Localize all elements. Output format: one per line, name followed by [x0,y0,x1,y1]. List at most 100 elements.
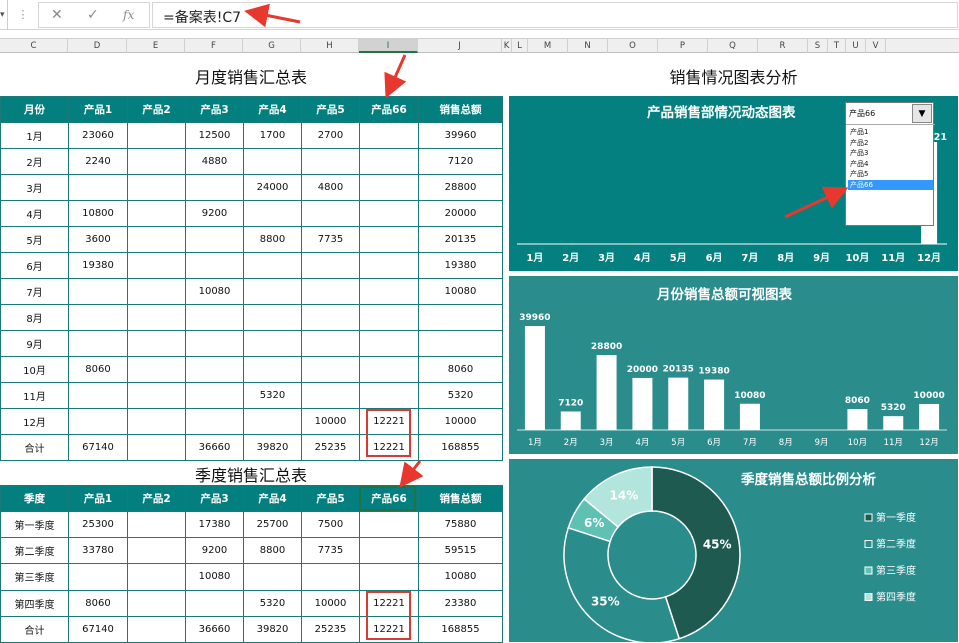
column-header-o[interactable]: O [608,39,658,53]
table-cell[interactable] [185,304,244,331]
monthly-header-cell[interactable]: 产品5 [301,96,360,123]
table-cell[interactable] [243,330,302,357]
table-cell[interactable] [127,252,186,279]
table-cell[interactable] [127,408,186,435]
table-cell[interactable] [301,382,360,409]
table-cell[interactable] [127,537,186,565]
table-cell[interactable]: 8800 [243,226,302,253]
dropdown-arrow-icon[interactable]: ▼ [912,104,932,123]
table-cell[interactable] [359,382,419,409]
table-cell[interactable] [359,304,419,331]
column-header-u[interactable]: U [846,39,866,53]
table-cell[interactable]: 19380 [68,252,128,279]
table-cell[interactable] [359,356,419,383]
table-cell[interactable]: 12月 [0,408,69,435]
table-cell[interactable]: 2700 [301,122,360,149]
quarterly-header-cell[interactable]: 产品3 [185,485,244,512]
table-cell[interactable] [127,330,186,357]
table-cell[interactable]: 合计 [0,615,69,643]
table-cell[interactable]: 第二季度 [0,537,69,565]
table-cell[interactable] [127,200,186,227]
column-header-p[interactable]: P [658,39,708,53]
table-cell[interactable] [359,174,419,201]
dropdown-option[interactable]: 产品3 [848,148,933,158]
table-cell[interactable] [185,382,244,409]
table-cell[interactable]: 39960 [418,122,503,149]
table-cell[interactable] [127,510,186,539]
table-cell[interactable]: 5320 [243,589,302,617]
table-cell[interactable]: 7735 [301,537,360,565]
table-cell[interactable] [243,200,302,227]
table-cell[interactable]: 8月 [0,304,69,331]
table-cell[interactable]: 25700 [243,510,302,539]
quarterly-header-cell[interactable]: 产品5 [301,485,360,512]
dropdown-option[interactable]: 产品4 [848,159,933,169]
table-cell[interactable] [301,304,360,331]
column-header-l[interactable]: L [512,39,528,53]
quarterly-header-cell[interactable]: 产品2 [127,485,186,512]
table-cell[interactable] [243,252,302,279]
product-dropdown[interactable]: 产品66 ▼ 产品1 产品2 产品3 产品4 产品5 产品66 [845,102,935,226]
table-cell[interactable] [243,563,302,591]
table-cell[interactable] [185,226,244,253]
table-cell[interactable]: 8800 [243,537,302,565]
table-cell[interactable] [301,200,360,227]
table-cell[interactable]: 合计 [0,434,69,461]
table-cell[interactable] [127,382,186,409]
table-cell[interactable]: 10080 [185,563,244,591]
table-cell[interactable]: 6月 [0,252,69,279]
monthly-header-cell[interactable]: 产品4 [243,96,302,123]
table-cell[interactable]: 168855 [418,615,503,643]
table-cell[interactable]: 第三季度 [0,563,69,591]
table-cell[interactable]: 4800 [301,174,360,201]
table-cell[interactable] [68,330,128,357]
table-cell[interactable] [418,330,503,357]
table-cell[interactable] [127,174,186,201]
column-header-k[interactable]: K [502,39,512,53]
table-cell[interactable] [359,226,419,253]
table-cell[interactable] [68,382,128,409]
monthly-header-cell[interactable]: 产品2 [127,96,186,123]
table-cell[interactable]: 9200 [185,537,244,565]
name-box-dropdown[interactable]: ▾ [0,0,8,30]
table-cell[interactable] [359,148,419,175]
table-cell[interactable] [418,304,503,331]
table-cell[interactable] [185,252,244,279]
table-cell[interactable] [301,148,360,175]
table-cell[interactable]: 7735 [301,226,360,253]
table-cell[interactable] [301,563,360,591]
table-cell[interactable]: 168855 [418,434,503,461]
table-cell[interactable]: 20000 [418,200,503,227]
table-cell[interactable]: 59515 [418,537,503,565]
table-cell[interactable] [127,148,186,175]
table-cell[interactable] [301,330,360,357]
table-cell[interactable]: 4月 [0,200,69,227]
table-cell[interactable]: 7120 [418,148,503,175]
table-cell[interactable]: 4880 [185,148,244,175]
dropdown-option[interactable]: 产品66 [848,179,933,190]
quarterly-header-cell[interactable]: 季度 [0,485,69,512]
table-cell[interactable] [243,148,302,175]
table-cell[interactable]: 11月 [0,382,69,409]
quarterly-header-cell[interactable]: 销售总额 [418,485,503,512]
table-cell[interactable] [68,278,128,305]
table-cell[interactable]: 23380 [418,589,503,617]
dropdown-option[interactable]: 产品5 [848,169,933,179]
column-header-m[interactable]: M [528,39,568,53]
table-cell[interactable] [127,434,186,461]
table-cell[interactable]: 12500 [185,122,244,149]
table-cell[interactable]: 25300 [68,510,128,539]
column-header-i[interactable]: I [359,39,418,53]
table-cell[interactable] [68,408,128,435]
table-cell[interactable] [185,330,244,357]
table-cell[interactable]: 3月 [0,174,69,201]
column-header-s[interactable]: S [808,39,828,53]
table-cell[interactable]: 10080 [185,278,244,305]
table-cell[interactable] [359,563,419,591]
active-cell[interactable] [359,486,416,511]
table-cell[interactable] [359,510,419,539]
table-cell[interactable]: 67140 [68,434,128,461]
table-cell[interactable]: 10月 [0,356,69,383]
table-cell[interactable] [185,174,244,201]
monthly-header-cell[interactable]: 产品1 [68,96,128,123]
